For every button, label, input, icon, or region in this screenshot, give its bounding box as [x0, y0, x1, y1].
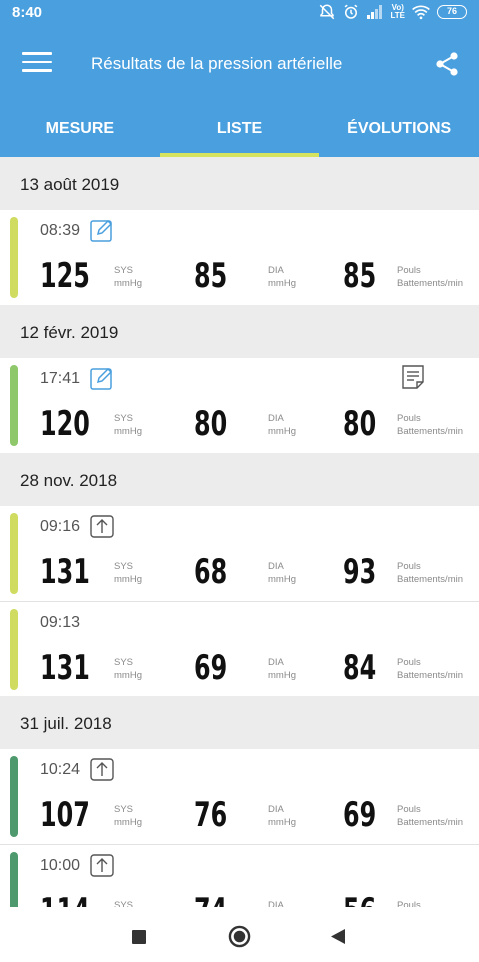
date-header: 12 févr. 2019: [0, 305, 479, 358]
pulse-unit: PoulsBattements/min: [397, 413, 463, 437]
notifications-off-icon: [320, 4, 335, 20]
systolic-unit: SYSmmHg: [114, 561, 142, 585]
measurement-time: 10:24: [40, 761, 81, 778]
measurement-row[interactable]: 09:13 131 SYS mmHg 69 DIA mmHg 84 Pouls Battement…: [0, 601, 479, 696]
pulse-unit: PoulsBattements/min: [397, 265, 463, 289]
diastolic-unit: DIAmmHg: [268, 657, 296, 681]
home-button[interactable]: [228, 925, 251, 953]
pulse-value: 56: [343, 891, 376, 907]
measurement-time: 09:16: [40, 518, 81, 535]
diastolic-value: 69: [194, 648, 228, 688]
app-screen: 8:40 Vo) LTE 76 Résultats de la pression…: [0, 0, 479, 962]
status-color-bar: [10, 852, 18, 907]
menu-icon-line: [22, 69, 52, 72]
menu-icon-line: [22, 60, 52, 63]
systolic-value: 120: [40, 404, 90, 444]
systolic-value: 125: [40, 256, 90, 296]
status-color-bar: [10, 513, 18, 594]
edit-icon: [89, 217, 115, 243]
date-header: 28 nov. 2018: [0, 453, 479, 506]
pulse-value: 85: [343, 256, 377, 296]
wifi-icon: [412, 5, 430, 20]
pulse-unit: PoulsBattements/min: [397, 804, 463, 828]
systolic-unit: SYSmmHg: [114, 265, 142, 289]
measurement-time: 17:41: [40, 370, 81, 387]
status-color-bar: [10, 609, 18, 690]
systolic-unit: SYSmmHg: [114, 900, 134, 907]
diastolic-unit: DIAmmHg: [268, 804, 296, 828]
page-title: Résultats de la pression artérielle: [91, 54, 343, 73]
status-bar: 8:40 Vo) LTE 76: [0, 0, 479, 26]
systolic-value: 131: [40, 552, 90, 592]
diastolic-value: 76: [194, 795, 228, 835]
battery-indicator: 76: [437, 5, 467, 19]
measurement-row[interactable]: 17:41 120 SYS mmHg 80 DIA mmHg 80 Pouls Battement…: [0, 358, 479, 453]
pulse-unit: PoulsBattements/min: [397, 561, 463, 585]
status-color-bar: [10, 365, 18, 446]
menu-icon-line: [22, 52, 52, 55]
tab-bar: MESURE LISTE ÉVOLUTIONS: [0, 104, 479, 157]
back-button[interactable]: [330, 928, 346, 950]
tab-evolutions[interactable]: ÉVOLUTIONS: [319, 104, 479, 157]
signal-icon: [367, 5, 383, 19]
diastolic-unit: DIAmmHg: [268, 265, 296, 289]
home-icon: [228, 925, 251, 948]
upload-icon: [89, 852, 115, 878]
status-color-bar: [10, 756, 18, 837]
diastolic-value: 74: [194, 891, 227, 907]
measurement-row[interactable]: 10:24 107 SYS mmHg 76 DIA mmHg 69 Pouls Battement…: [0, 749, 479, 844]
diastolic-unit: DIAmmHg: [268, 900, 284, 907]
diastolic-unit: DIAmmHg: [268, 561, 296, 585]
measurement-row[interactable]: 10:00 114 SYSmmHg 74 DIAmmHg 56 PoulsBattement…: [0, 844, 479, 907]
recents-icon: [132, 930, 146, 944]
pulse-value: 84: [343, 648, 377, 688]
measurement-time: 09:13: [40, 614, 81, 631]
systolic-unit: SYSmmHg: [114, 657, 142, 681]
date-header: 31 juil. 2018: [0, 696, 479, 749]
upload-icon: [89, 756, 115, 782]
measurement-time: 10:00: [40, 857, 81, 874]
system-nav-bar: [0, 907, 479, 962]
network-type: Vo) LTE: [390, 3, 405, 20]
menu-button[interactable]: [22, 52, 52, 76]
diastolic-value: 80: [194, 404, 228, 444]
pulse-value: 69: [343, 795, 377, 835]
pulse-value: 93: [343, 552, 377, 592]
pulse-value: 80: [343, 404, 377, 444]
systolic-unit: SYSmmHg: [114, 413, 142, 437]
edit-icon: [89, 365, 115, 391]
toolbar: Résultats de la pression artérielle: [0, 34, 479, 94]
recents-button[interactable]: [131, 929, 147, 950]
app-header: 8:40 Vo) LTE 76 Résultats de la pression…: [0, 0, 479, 157]
pulse-unit: PoulsBattements/min: [397, 657, 463, 681]
back-icon: [331, 929, 345, 944]
status-color-bar: [10, 217, 18, 298]
tab-liste[interactable]: LISTE: [159, 104, 320, 157]
systolic-value: 131: [40, 648, 90, 688]
status-icons: Vo) LTE 76: [318, 3, 467, 21]
upload-icon: [89, 513, 115, 539]
measurement-row[interactable]: 09:16 131 SYS mmHg 68 DIA mmHg 93 Pouls Battement…: [0, 506, 479, 601]
tab-mesure[interactable]: MESURE: [0, 104, 160, 157]
diastolic-unit: DIAmmHg: [268, 413, 296, 437]
measurement-list[interactable]: 13 août 2019 08:39 125 SYS mmHg 85 DIA mmHg 85 Po…: [0, 157, 479, 907]
note-icon: [400, 364, 426, 390]
alarm-icon: [345, 4, 358, 19]
share-button[interactable]: [433, 50, 461, 78]
status-time: 8:40: [12, 4, 43, 21]
share-icon: [436, 52, 458, 76]
systolic-value: 107: [40, 795, 90, 835]
date-header: 13 août 2019: [0, 157, 479, 210]
pulse-unit: PoulsBattements/min: [397, 900, 421, 907]
measurement-row[interactable]: 08:39 125 SYS mmHg 85 DIA mmHg 85 Pouls Battement…: [0, 210, 479, 305]
diastolic-value: 68: [194, 552, 228, 592]
measurement-time: 08:39: [40, 222, 81, 239]
systolic-value: 114: [40, 891, 90, 907]
diastolic-value: 85: [194, 256, 228, 296]
systolic-unit: SYSmmHg: [114, 804, 142, 828]
